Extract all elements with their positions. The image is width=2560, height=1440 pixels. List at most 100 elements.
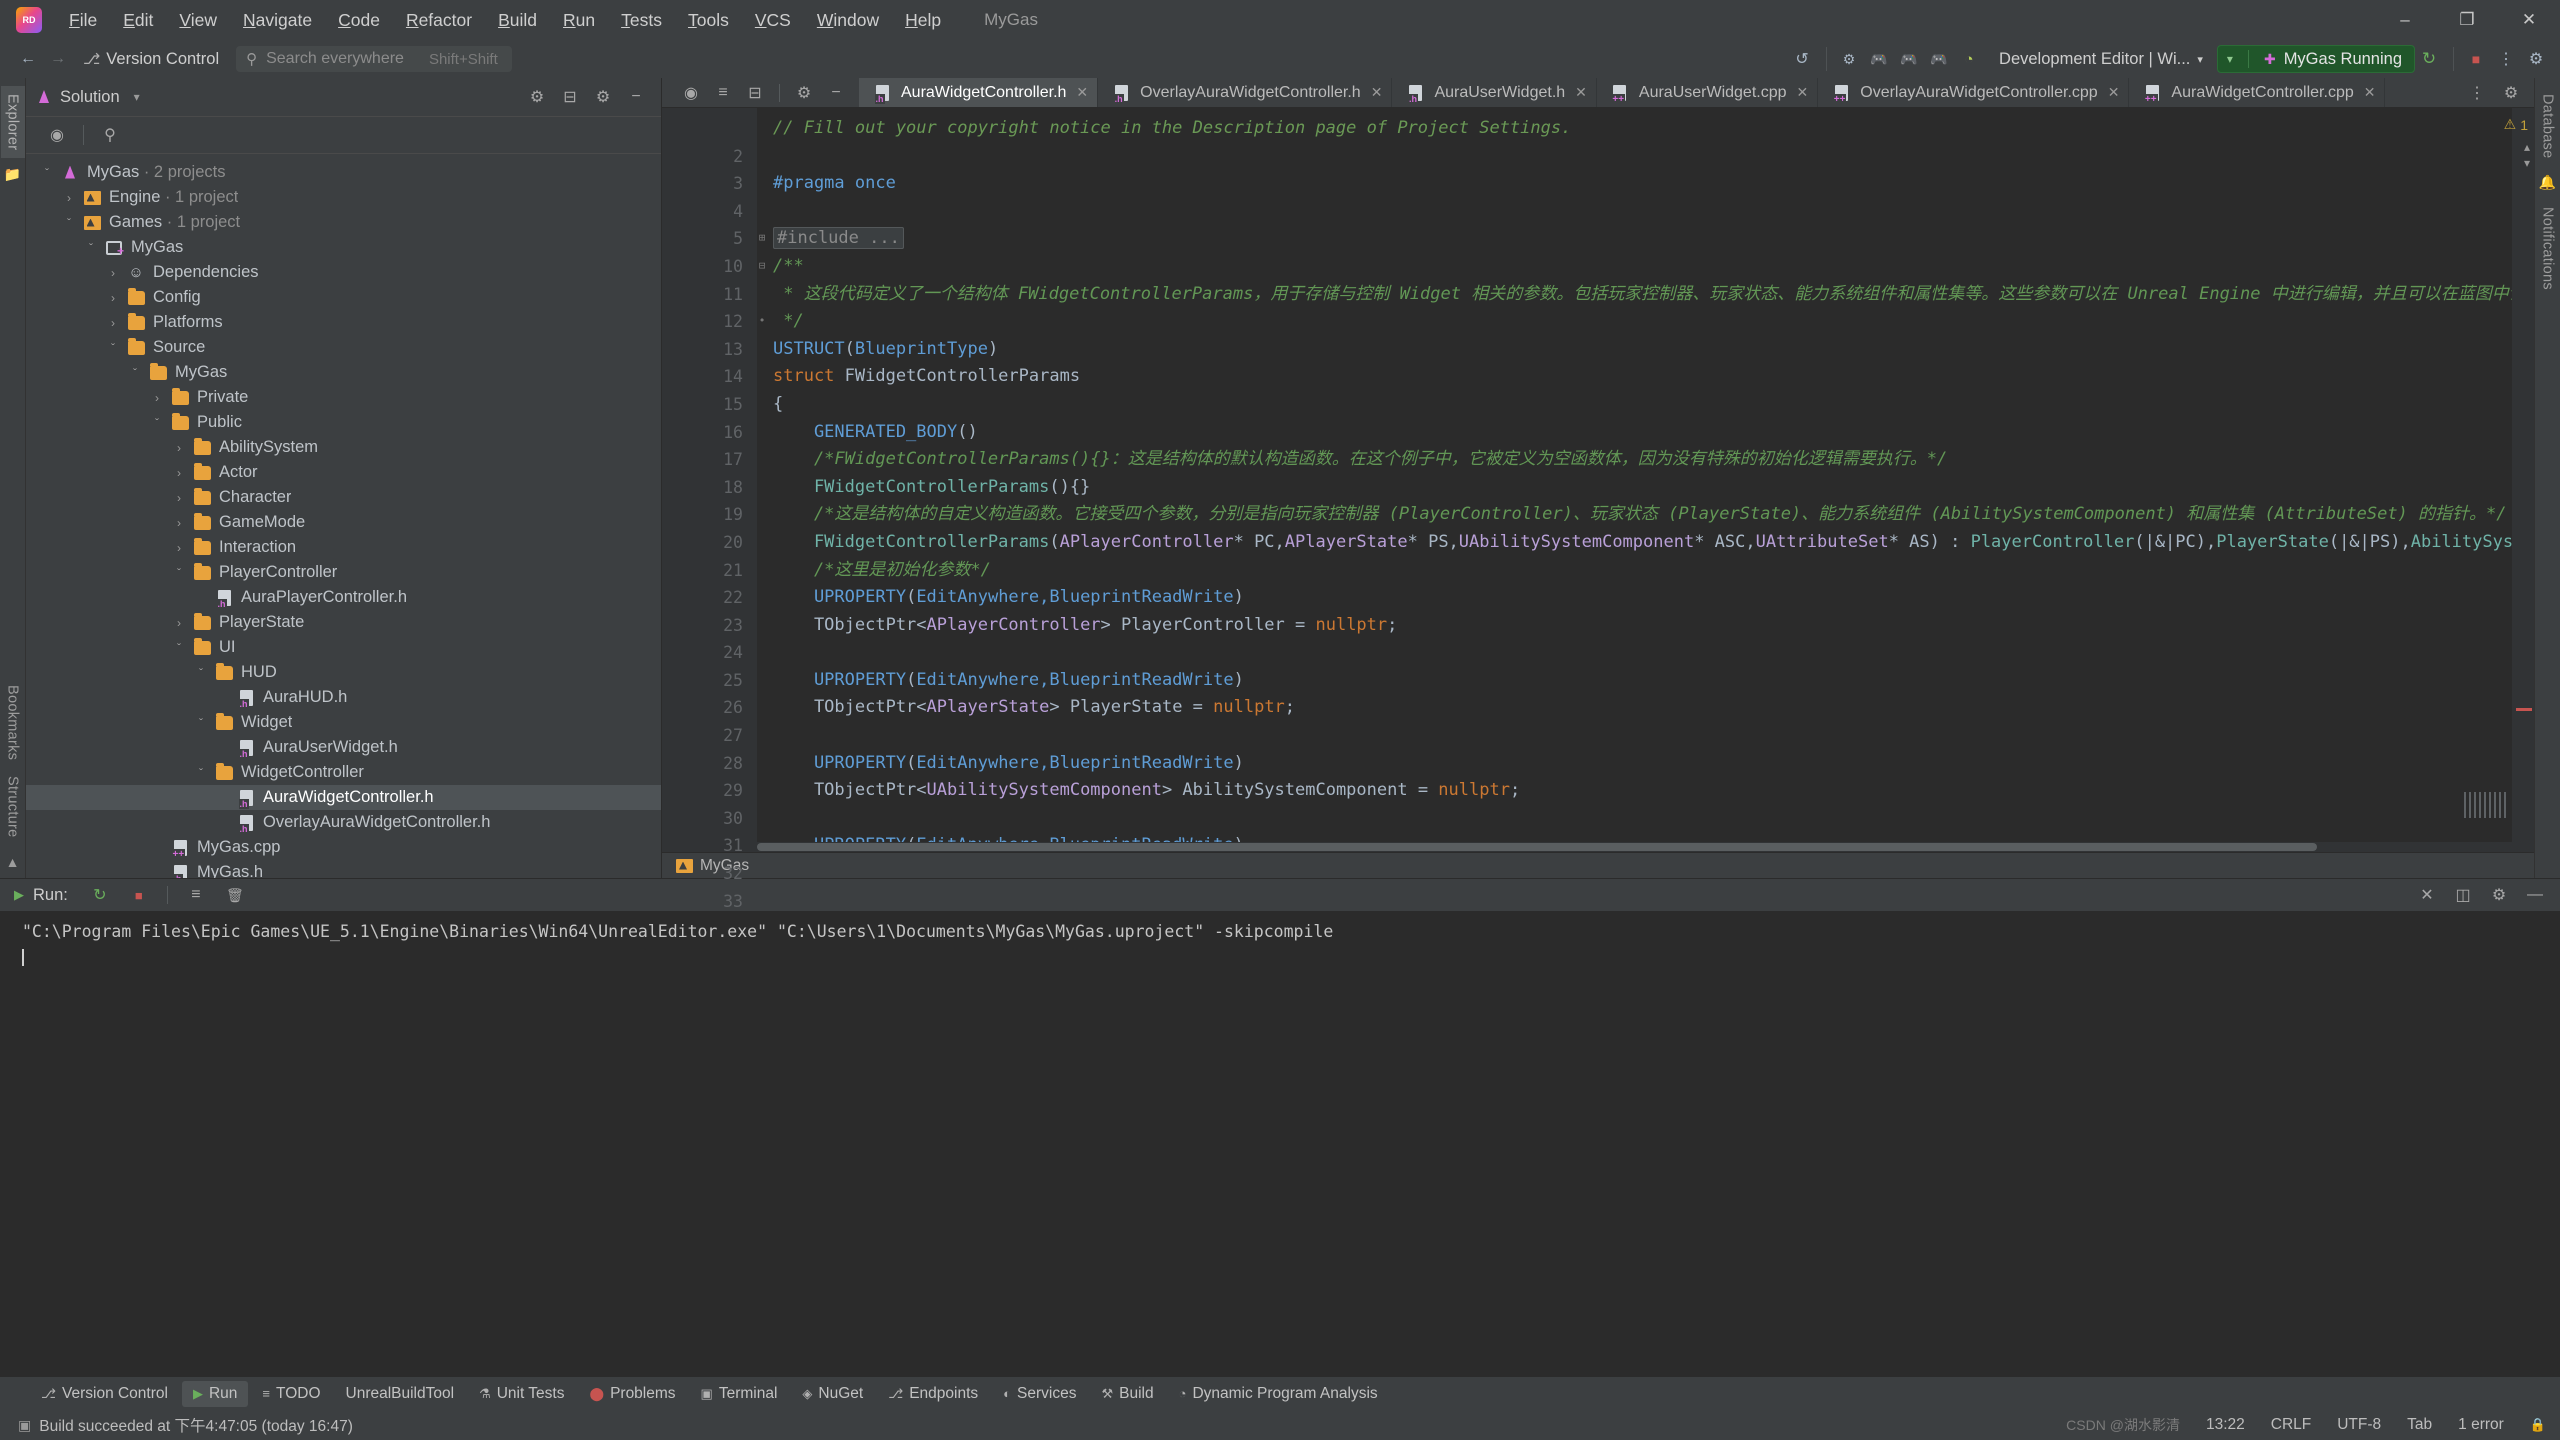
line-separator[interactable]: CRLF <box>2271 1416 2311 1434</box>
tool-window-button-dynamic-program-analysis[interactable]: ◔ Dynamic Program Analysis <box>1168 1381 1389 1407</box>
expand-toggle-icon[interactable]: ˇ <box>36 166 58 180</box>
locate-file-icon[interactable]: ◉ <box>42 121 72 149</box>
menu-item-window[interactable]: Window <box>804 6 892 35</box>
expand-toggle-icon[interactable]: › <box>168 516 190 530</box>
code-line[interactable]: /*这是结构体的自定义构造函数。它接受四个参数，分别是指向玩家控制器 (Play… <box>757 501 2512 529</box>
run-close-icon[interactable]: ✕ <box>2412 881 2442 909</box>
run-console[interactable]: "C:\Program Files\Epic Games\UE_5.1\Engi… <box>0 911 2560 1376</box>
tree-node-games[interactable]: ˇ Games · 1 project <box>26 210 661 235</box>
code-line[interactable]: */ <box>757 308 2512 336</box>
expand-toggle-icon[interactable]: › <box>168 491 190 505</box>
tool-window-button-nuget[interactable]: ◈ NuGet <box>791 1381 874 1407</box>
code-line[interactable]: TObjectPtr<APlayerState> PlayerState = n… <box>757 694 2512 722</box>
solution-tree[interactable]: ˇ MyGas · 2 projects › Engine · 1 project ˇ G… <box>26 154 661 878</box>
code-line[interactable]: * 这段代码定义了一个结构体 FWidgetControllerParams，用… <box>757 281 2512 309</box>
tree-node-character[interactable]: › Character <box>26 485 661 510</box>
run-layout-icon[interactable]: ◫ <box>2448 881 2478 909</box>
tree-node-aurawidgetcontroller-h[interactable]: AuraWidgetController.h <box>26 785 661 810</box>
stop-icon[interactable]: ■ <box>2462 45 2490 73</box>
tool-window-button-terminal[interactable]: ▣ Terminal <box>690 1381 789 1407</box>
rail-tab-bookmarks[interactable]: Bookmarks <box>1 677 25 768</box>
inspection-collapse-icon[interactable]: ▴ <box>2524 140 2530 154</box>
menu-item-build[interactable]: Build <box>485 6 550 35</box>
bell-icon[interactable]: 🔔 <box>2539 174 2556 191</box>
tool-window-button-version-control[interactable]: ⎇ Version Control <box>30 1381 179 1407</box>
navigate-back-icon[interactable]: ← <box>14 45 42 73</box>
code-line[interactable]: UPROPERTY(EditAnywhere,BlueprintReadWrit… <box>757 750 2512 778</box>
ue-editor-icon[interactable]: 🎮 <box>1865 45 1893 73</box>
ue-client-icon[interactable]: 🎮 <box>1925 45 1953 73</box>
scrollbar-thumb[interactable] <box>757 843 2317 851</box>
menu-item-code[interactable]: Code <box>325 6 393 35</box>
tree-node-playercontroller[interactable]: ˇ PlayerController <box>26 560 661 585</box>
lock-icon[interactable]: 🔒 <box>2530 1417 2546 1433</box>
run-configuration-widget[interactable]: ▾ ✚ MyGas Running <box>2216 45 2415 73</box>
expand-toggle-icon[interactable]: › <box>168 616 190 630</box>
rail-tab-notifications[interactable]: Notifications <box>2536 199 2560 298</box>
tool-window-button-problems[interactable]: ⬤ Problems <box>579 1381 687 1407</box>
expand-toggle-icon[interactable]: ˇ <box>80 241 102 255</box>
tree-node-hud[interactable]: ˇ HUD <box>26 660 661 685</box>
editor-tab-overlayaurawidgetcontroller-cpp[interactable]: OverlayAuraWidgetController.cpp ✕ <box>1818 78 2130 107</box>
explorer-collapse-icon[interactable]: ⊟ <box>555 83 585 111</box>
expand-toggle-icon[interactable]: › <box>102 316 124 330</box>
tree-node-mygas[interactable]: ˇ MyGas <box>26 360 661 385</box>
tool-window-button-todo[interactable]: ≡ TODO <box>251 1381 331 1407</box>
tree-node-gamemode[interactable]: › GameMode <box>26 510 661 535</box>
menu-item-vcs[interactable]: VCS <box>742 6 804 35</box>
code-line[interactable]: GENERATED_BODY() <box>757 419 2512 447</box>
explorer-options-icon[interactable]: ⚙ <box>588 83 618 111</box>
tool-window-button-build[interactable]: ⚒ Build <box>1090 1381 1164 1407</box>
menu-item-help[interactable]: Help <box>892 6 954 35</box>
tool-window-button-services[interactable]: ◐ Services <box>992 1381 1087 1407</box>
close-tab-icon[interactable]: ✕ <box>2364 84 2376 101</box>
minimize-button[interactable]: – <box>2374 0 2436 40</box>
expand-toggle-icon[interactable]: › <box>168 541 190 555</box>
ue-build-icon[interactable]: ⚙ <box>1835 45 1863 73</box>
expand-toggle-icon[interactable]: ˇ <box>190 716 212 730</box>
rerun-icon[interactable]: ↻ <box>2415 45 2443 73</box>
run-stop-icon[interactable]: ■ <box>124 881 154 909</box>
refresh-icon[interactable]: ↺ <box>1788 45 1816 73</box>
code-line[interactable]: TObjectPtr<APlayerController> PlayerCont… <box>757 612 2512 640</box>
tool-window-button-run[interactable]: ▶ Run <box>181 1380 249 1407</box>
file-encoding[interactable]: UTF-8 <box>2337 1416 2381 1434</box>
code-line[interactable]: { <box>757 391 2512 419</box>
code-line[interactable]: #include ... <box>757 225 2512 253</box>
run-trace-icon[interactable]: ≡ <box>181 881 211 909</box>
tree-node-interaction[interactable]: › Interaction <box>26 535 661 560</box>
code-line[interactable]: UPROPERTY(EditAnywhere,BlueprintReadWrit… <box>757 832 2512 842</box>
code-editor[interactable]: 2 3 4 5 ⊞ 10 ⊟ 11 12 • 13 14 15 16 17 18 19 20 21 22 23 24 25 2… <box>662 108 2534 911</box>
tree-node-source[interactable]: ˇ Source <box>26 335 661 360</box>
tree-node-widget[interactable]: ˇ Widget <box>26 710 661 735</box>
more-options-icon[interactable]: ⋮ <box>2492 45 2520 73</box>
editor-tab-aurawidgetcontroller-cpp[interactable]: AuraWidgetController.cpp ✕ <box>2129 78 2386 107</box>
expand-toggle-icon[interactable]: ˇ <box>102 341 124 355</box>
caret-position[interactable]: 13:22 <box>2206 1416 2245 1434</box>
tree-node-ui[interactable]: ˇ UI <box>26 635 661 660</box>
tree-node-platforms[interactable]: › Platforms <box>26 310 661 335</box>
expand-toggle-icon[interactable]: ˇ <box>124 366 146 380</box>
error-count[interactable]: 1 error <box>2458 1416 2504 1434</box>
folder-icon[interactable]: 📁 <box>4 166 21 183</box>
menu-item-file[interactable]: File <box>56 6 110 35</box>
code-minimap[interactable] <box>2464 792 2508 818</box>
tree-node-auraplayercontroller-h[interactable]: AuraPlayerController.h <box>26 585 661 610</box>
editor-tab-overlayaurawidgetcontroller-h[interactable]: OverlayAuraWidgetController.h ✕ <box>1098 78 1393 107</box>
editor-settings-icon[interactable]: ◉ <box>676 79 706 107</box>
code-line[interactable] <box>757 198 2512 226</box>
expand-toggle-icon[interactable]: ˇ <box>146 416 168 430</box>
menu-item-navigate[interactable]: Navigate <box>230 6 325 35</box>
close-button[interactable]: ✕ <box>2498 0 2560 40</box>
editor-tab-aurauserwidget-cpp[interactable]: AuraUserWidget.cpp ✕ <box>1597 78 1819 107</box>
rail-tab-structure[interactable]: Structure <box>1 768 25 846</box>
settings-gear-icon[interactable]: ⚙ <box>2522 45 2550 73</box>
menu-item-view[interactable]: View <box>166 6 230 35</box>
editor-horizontal-scrollbar[interactable] <box>662 842 2534 852</box>
menu-item-tests[interactable]: Tests <box>608 6 675 35</box>
code-line[interactable]: UPROPERTY(EditAnywhere,BlueprintReadWrit… <box>757 584 2512 612</box>
tool-window-button-unrealbuildtool[interactable]: UnrealBuildTool <box>335 1381 466 1407</box>
run-settings-icon[interactable]: ⚙ <box>2484 881 2514 909</box>
tree-node-mygas[interactable]: ˇ MyGas · 2 projects <box>26 160 661 185</box>
ue-game-icon[interactable]: 🎮 <box>1895 45 1923 73</box>
